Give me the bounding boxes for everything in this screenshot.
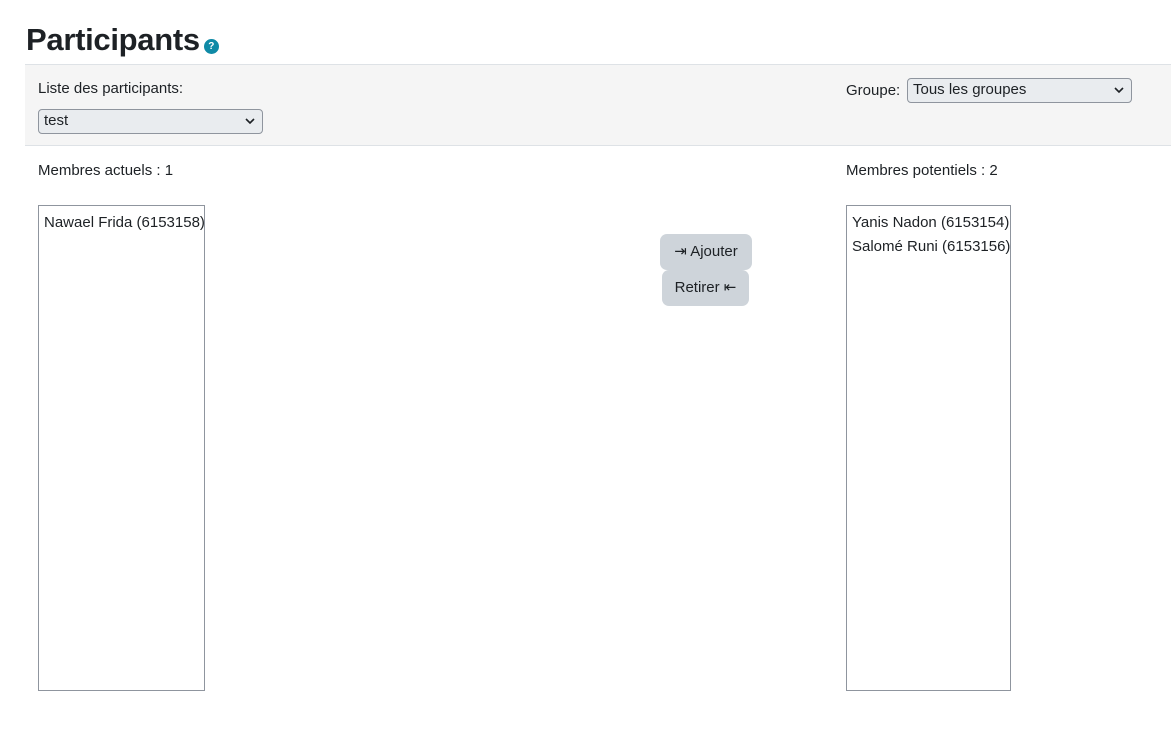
current-member-option[interactable]: Nawael Frida (6153158) [44, 211, 205, 235]
participants-list-label: Liste des participants: [38, 80, 184, 97]
remove-button[interactable]: Retirer ⇤ [662, 270, 749, 306]
help-icon[interactable]: ? [203, 39, 219, 54]
title-row: Participants ? [26, 20, 219, 60]
chevron-down-icon [1114, 87, 1124, 94]
current-members-label: Membres actuels : 1 [38, 162, 174, 179]
chevron-down-icon [245, 118, 255, 125]
add-button[interactable]: ⇥ Ajouter [660, 234, 752, 270]
current-members-listbox[interactable]: Nawael Frida (6153158) [38, 205, 205, 691]
potential-member-option[interactable]: Salomé Runi (6153156) [852, 235, 1010, 259]
participants-list-select[interactable]: test [38, 109, 263, 134]
group-selected-value: Tous les groupes [913, 81, 1027, 98]
group-label: Groupe: [846, 82, 901, 99]
page-title: Participants [26, 22, 200, 57]
potential-member-option[interactable]: Yanis Nadon (6153154) [852, 211, 1010, 235]
page: Participants ? Liste des participants: t… [0, 0, 1171, 748]
group-select[interactable]: Tous les groupes [907, 78, 1132, 103]
potential-members-listbox[interactable]: Yanis Nadon (6153154) Salomé Runi (61531… [846, 205, 1011, 691]
participants-list-selected-value: test [44, 112, 69, 129]
potential-members-label: Membres potentiels : 2 [846, 162, 998, 179]
filter-bar: Liste des participants: test Groupe: Tou… [25, 64, 1171, 146]
